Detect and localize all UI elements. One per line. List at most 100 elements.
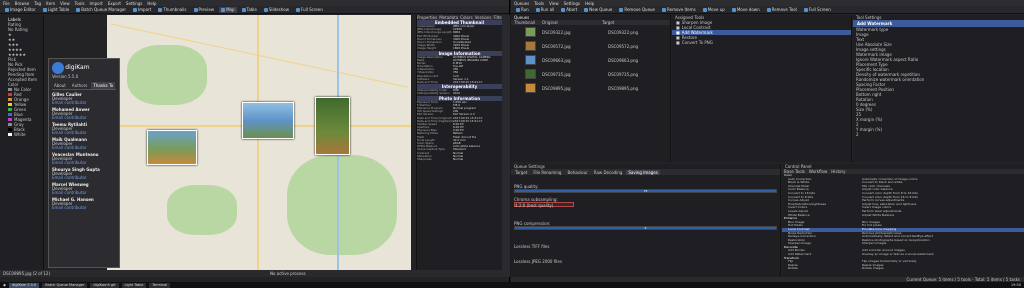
about-app-name: digiKam: [65, 64, 90, 71]
menu-item[interactable]: Help: [585, 1, 594, 6]
toolbar-icon: [241, 7, 246, 12]
task-button[interactable]: Terminal: [149, 282, 171, 288]
menu-item[interactable]: Import: [90, 1, 103, 6]
queue-item[interactable]: DSC09663.jpg DSC09663.png: [511, 53, 670, 67]
color-label-item[interactable]: White: [2, 132, 41, 137]
queue-item[interactable]: DSC09735.jpg DSC09735.png: [511, 67, 670, 81]
menu-item[interactable]: Tag: [34, 1, 41, 6]
toolbar-button[interactable]: Import: [131, 7, 153, 13]
target-name: DSC09735.png: [608, 71, 639, 77]
email-link[interactable]: Email contributor: [52, 161, 116, 165]
queue-items: DSC09322.jpg DSC09322.png DSC09572.jpg DSC0…: [511, 25, 670, 95]
map-photo-horse[interactable]: [315, 97, 350, 155]
toolbar-button[interactable]: Remove Tool: [765, 7, 799, 13]
toolbar-button[interactable]: Run: [514, 7, 531, 13]
menu-item[interactable]: View: [549, 1, 559, 6]
toolbar-icon: [702, 7, 707, 12]
menu-item[interactable]: Export: [108, 1, 121, 6]
toolbar-button[interactable]: Full Screen: [294, 7, 325, 13]
menu-item[interactable]: File: [3, 1, 10, 6]
original-name: DSC09663.jpg: [542, 57, 571, 63]
queue-settings-tab[interactable]: File Renaming: [531, 170, 563, 175]
toolbar-button[interactable]: Remove Queue: [617, 7, 657, 13]
property-key: Sharpness: [417, 157, 432, 161]
toolbar-button[interactable]: Abort: [559, 7, 579, 13]
toolbar-button[interactable]: Light Table: [41, 7, 72, 13]
map-photo-lake[interactable]: [242, 102, 294, 139]
about-tab[interactable]: About: [52, 82, 68, 89]
email-link[interactable]: Email contributor: [52, 116, 116, 120]
toolbar-button[interactable]: Preview: [192, 7, 217, 13]
png-quality-slider[interactable]: 75: [514, 189, 777, 193]
toolbar-label: Map: [226, 7, 235, 12]
toolbar-button[interactable]: Remove Items: [660, 7, 698, 13]
email-link[interactable]: Email contributor: [52, 101, 116, 105]
toolbar-label: Slideshow: [268, 7, 289, 12]
color-swatch-icon: [8, 98, 12, 101]
queue-item[interactable]: DSC09895.jpg DSC09895.png: [511, 81, 670, 95]
toolbar-icon: [193, 7, 198, 12]
assigned-list: ■ Sharpen Image ■ Local Contrast ■ Add Waterm…: [672, 20, 851, 45]
properties-tab[interactable]: Filters: [494, 15, 503, 20]
queue-settings-tab[interactable]: Raw Decoding: [592, 170, 625, 175]
toolbar-button[interactable]: Full Screen: [802, 7, 833, 13]
color-swatch-icon: [8, 103, 12, 106]
queue-settings-tab[interactable]: Saving Images: [626, 169, 660, 175]
menu-item[interactable]: Tools: [534, 1, 544, 6]
toolbar-button[interactable]: Run all: [534, 7, 557, 13]
task-button[interactable]: digiKam 5.5.0: [9, 282, 40, 288]
toolbar-button[interactable]: Map: [219, 6, 237, 13]
toolbar-button[interactable]: Move down: [730, 7, 762, 13]
toolbar-button[interactable]: Batch Queue Manager: [74, 7, 128, 13]
assigned-tool[interactable]: ■ Convert To PNG: [672, 40, 851, 45]
about-tab[interactable]: Thanks To: [91, 82, 116, 89]
menu-item[interactable]: Settings: [564, 1, 580, 6]
menu-item[interactable]: Settings: [126, 1, 142, 6]
column-header[interactable]: Target: [599, 20, 659, 25]
toolbar-button[interactable]: Slideshow: [262, 7, 291, 13]
toolbar-label: Preview: [198, 7, 215, 12]
menu-item[interactable]: View: [60, 1, 70, 6]
toolbar-button[interactable]: Thumbnails: [156, 7, 188, 13]
queue-item[interactable]: DSC09572.jpg DSC09572.png: [511, 39, 670, 53]
menu-item[interactable]: Queues: [514, 1, 529, 6]
map-photo-dog[interactable]: [147, 130, 197, 165]
start-menu-icon[interactable]: ◉: [3, 283, 6, 287]
setting-line[interactable]: 2: [853, 132, 1024, 137]
properties-panel: PropertiesMetadataColorsVersionsFiltersT…: [416, 15, 502, 270]
queue-settings-tab[interactable]: Behaviour: [565, 170, 589, 175]
about-tab[interactable]: Authors: [70, 82, 90, 89]
toolbar-label: Full Screen: [300, 7, 323, 12]
email-link[interactable]: Email contributor: [52, 131, 116, 135]
toolbar-button[interactable]: Table: [240, 7, 259, 13]
task-button[interactable]: digiKam5 git: [90, 282, 119, 288]
map-view[interactable]: [107, 15, 411, 270]
lossless-tiff-checkbox[interactable]: Lossless TIFF files: [514, 244, 777, 249]
menu-item[interactable]: Browse: [15, 1, 30, 6]
menu-item[interactable]: Tools: [75, 1, 85, 6]
email-link[interactable]: Email contributor: [52, 191, 116, 195]
png-compression-slider[interactable]: 9: [514, 226, 777, 230]
column-header[interactable]: Original: [539, 20, 599, 25]
queue-settings-tab[interactable]: Target: [513, 170, 529, 175]
right-sidebar-tabs[interactable]: [502, 15, 510, 270]
email-link[interactable]: Email contributor: [52, 206, 116, 210]
toolbar-button[interactable]: New Queue: [582, 7, 614, 13]
about-tabs: About Authors Thanks To: [52, 82, 116, 90]
toolbar-button[interactable]: Move up: [701, 7, 727, 13]
toolbar-icon: [584, 7, 589, 12]
queue-item[interactable]: DSC09322.jpg DSC09322.png: [511, 25, 670, 39]
chroma-select[interactable]: 4:2:0 (best quality): [514, 202, 574, 208]
column-header[interactable]: Thumbnail: [511, 20, 539, 25]
task-button[interactable]: Batch Queue Manager: [42, 282, 88, 288]
menu-item[interactable]: Item: [46, 1, 55, 6]
toolbar-button[interactable]: Image Editor: [3, 7, 38, 13]
task-button[interactable]: Light Table: [121, 282, 147, 288]
menu-item[interactable]: Help: [147, 1, 156, 6]
email-link[interactable]: Email contributor: [52, 146, 116, 150]
color-swatch-icon: [8, 113, 12, 116]
toolbar-label: Move down: [736, 7, 760, 12]
email-link[interactable]: Email contributor: [52, 176, 116, 180]
lossless-jpeg-checkbox[interactable]: Lossless JPEG 2000 files: [514, 259, 777, 264]
tool-item[interactable]: Rotate Rotate images: [782, 267, 1024, 271]
